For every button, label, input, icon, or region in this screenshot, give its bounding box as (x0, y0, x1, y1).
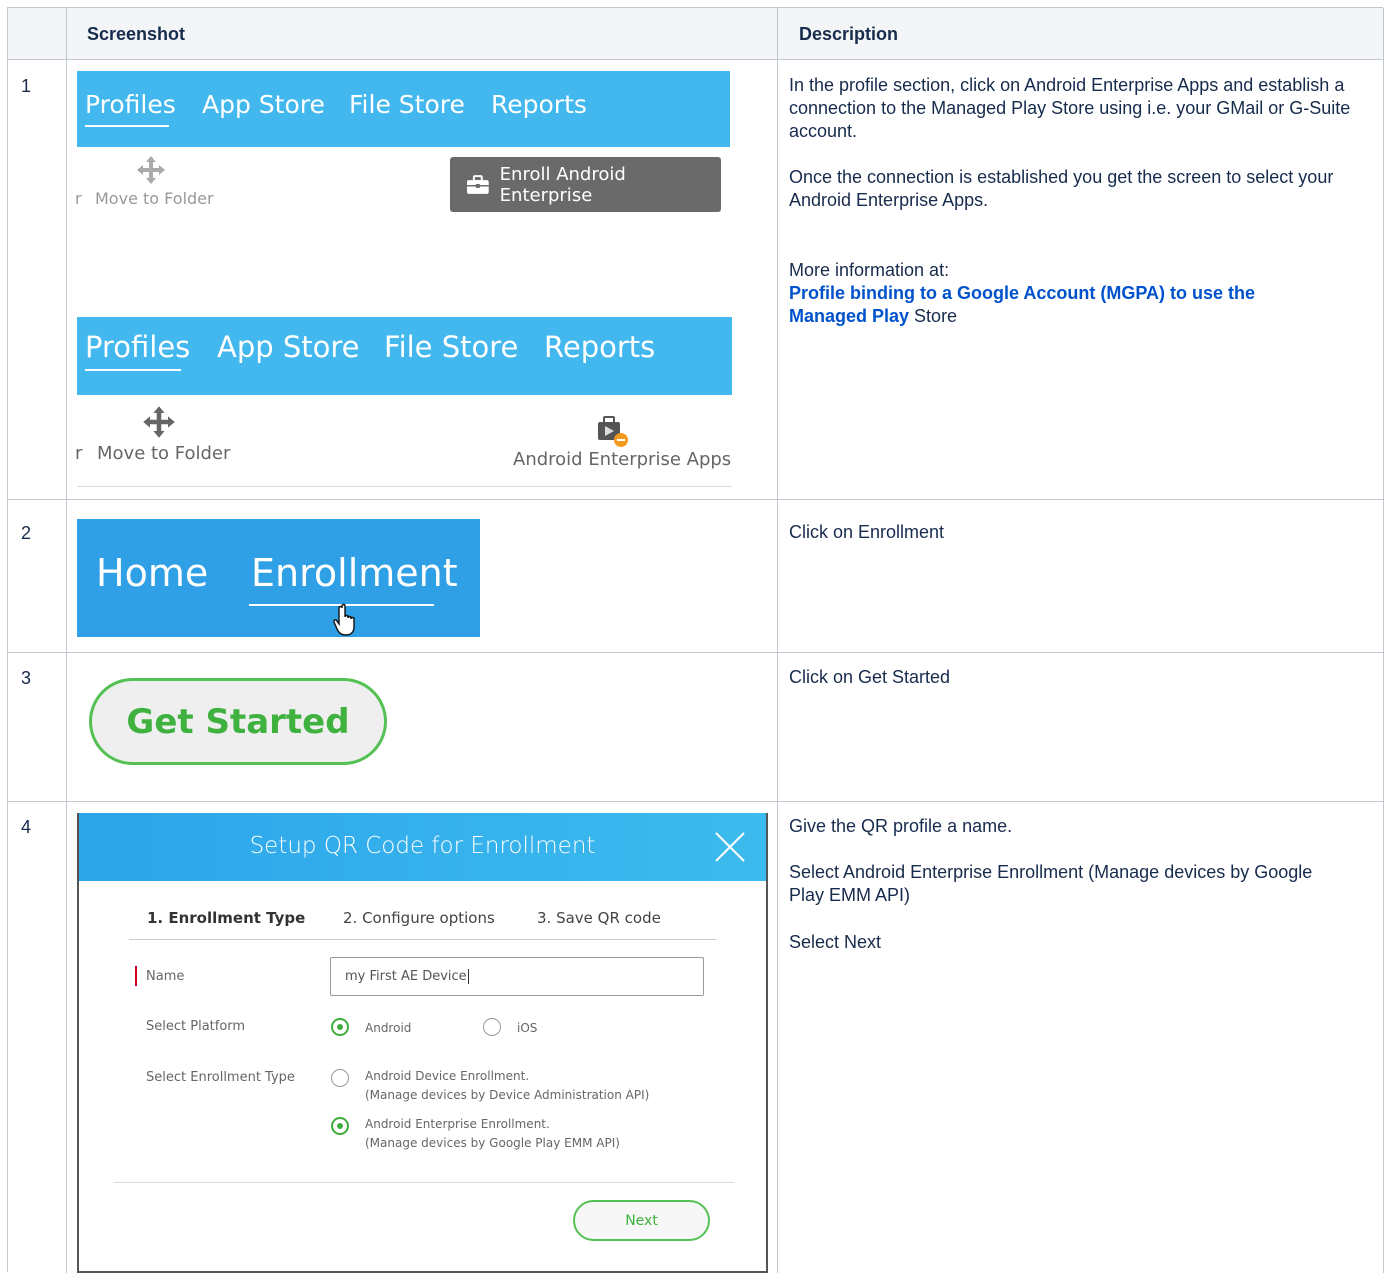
nav-app-store[interactable]: App Store (217, 330, 360, 364)
setup-qr-dialog: Setup QR Code for Enrollment 1. Enrollme… (77, 813, 768, 1273)
close-icon[interactable] (714, 831, 746, 863)
enrollment-type-label: Select Enrollment Type (146, 1070, 295, 1085)
option-subtitle: (Manage devices by Google Play EMM API) (365, 1136, 620, 1150)
text-caret (467, 969, 469, 984)
divider (77, 486, 732, 487)
footer-divider (114, 1182, 734, 1183)
column-divider (1383, 8, 1384, 1273)
move-to-folder-label[interactable]: Move to Folder (95, 189, 214, 208)
steps-divider (129, 939, 716, 940)
ios-option-label[interactable]: iOS (517, 1019, 537, 1038)
row-divider (8, 801, 1384, 802)
option-title: Android Enterprise Enrollment. (365, 1117, 550, 1131)
table-header (8, 8, 1384, 60)
row4-desc2: Select Android Enterprise Enrollment (Ma… (789, 862, 1313, 905)
option-subtitle: (Manage devices by Device Administration… (365, 1088, 650, 1102)
cut-label: r (75, 443, 83, 464)
nav-reports[interactable]: Reports (491, 90, 587, 119)
enterprise-enrollment-option[interactable]: Android Enterprise Enrollment. (Manage d… (365, 1115, 620, 1153)
nav-active-underline (85, 369, 181, 371)
row1-desc-p2: Once the connection is established you g… (789, 167, 1334, 210)
header-screenshot: Screenshot (87, 24, 186, 44)
row-number: 2 (21, 523, 32, 543)
nav-profiles[interactable]: Profiles (85, 90, 176, 119)
option-title: Android Device Enrollment. (365, 1069, 530, 1083)
step-enrollment-type[interactable]: 1. Enrollment Type (147, 909, 305, 927)
instruction-table: Screenshot Description 1 2 3 4 Profiles … (7, 7, 1384, 1273)
radio-android[interactable] (331, 1018, 349, 1036)
nav-enrollment[interactable]: Enrollment (251, 551, 458, 595)
row1-desc-more: More information at: (789, 260, 950, 280)
radio-enterprise-enrollment[interactable] (331, 1117, 349, 1135)
dialog-title: Setup QR Code for Enrollment (249, 833, 596, 859)
row-number: 4 (21, 817, 32, 837)
android-enterprise-apps-icon[interactable] (596, 414, 630, 448)
nav-profiles[interactable]: Profiles (85, 330, 190, 364)
android-option-label[interactable]: Android (365, 1019, 411, 1038)
name-input-value: my First AE Device (345, 969, 467, 984)
radio-device-enrollment[interactable] (331, 1069, 349, 1087)
required-indicator (135, 966, 137, 986)
nav-app-store[interactable]: App Store (202, 90, 325, 119)
cut-label: r (75, 189, 82, 208)
move-to-folder-label[interactable]: Move to Folder (97, 443, 230, 464)
row-number: 3 (21, 668, 32, 688)
header-description: Description (799, 24, 899, 44)
move-icon[interactable] (141, 404, 177, 440)
get-started-button[interactable]: Get Started (89, 678, 387, 765)
enroll-button-label: Enroll Android Enterprise (499, 163, 626, 206)
nav-active-underline (85, 125, 169, 127)
row1-desc-link-block: Profile binding to a Google Account (MGP… (789, 282, 1329, 328)
column-divider (66, 8, 67, 1273)
row3-desc: Click on Get Started (789, 667, 951, 687)
row1-desc-p1: In the profile section, click on Android… (789, 75, 1351, 141)
name-input[interactable]: my First AE Device (330, 957, 704, 996)
device-enrollment-option[interactable]: Android Device Enrollment. (Manage devic… (365, 1067, 649, 1105)
next-button[interactable]: Next (573, 1200, 710, 1241)
nav-file-store[interactable]: File Store (349, 90, 465, 119)
row-divider (8, 499, 1384, 500)
row4-desc1: Give the QR profile a name. (789, 816, 1013, 836)
briefcase-icon (466, 174, 489, 194)
nav-file-store[interactable]: File Store (384, 330, 518, 364)
row-number: 1 (21, 76, 32, 96)
move-icon[interactable] (135, 154, 167, 186)
platform-label: Select Platform (146, 1019, 246, 1034)
row-divider (8, 652, 1384, 653)
step-configure-options[interactable]: 2. Configure options (343, 909, 495, 927)
android-enterprise-apps-label[interactable]: Android Enterprise Apps (513, 449, 731, 470)
enroll-android-enterprise-button[interactable]: Enroll Android Enterprise (450, 157, 721, 212)
step-save-qr-code[interactable]: 3. Save QR code (537, 909, 661, 927)
nav-reports[interactable]: Reports (544, 330, 655, 364)
radio-ios[interactable] (483, 1018, 501, 1036)
hand-cursor-icon (333, 603, 355, 636)
nav-home[interactable]: Home (96, 551, 208, 595)
column-divider (777, 8, 778, 1273)
mgpa-link[interactable]: Profile binding to a Google Account (MGP… (789, 283, 1255, 326)
row2-desc: Click on Enrollment (789, 522, 945, 542)
link-tail: Store (909, 306, 958, 326)
row4-desc3: Select Next (789, 932, 882, 952)
name-label: Name (146, 969, 185, 984)
